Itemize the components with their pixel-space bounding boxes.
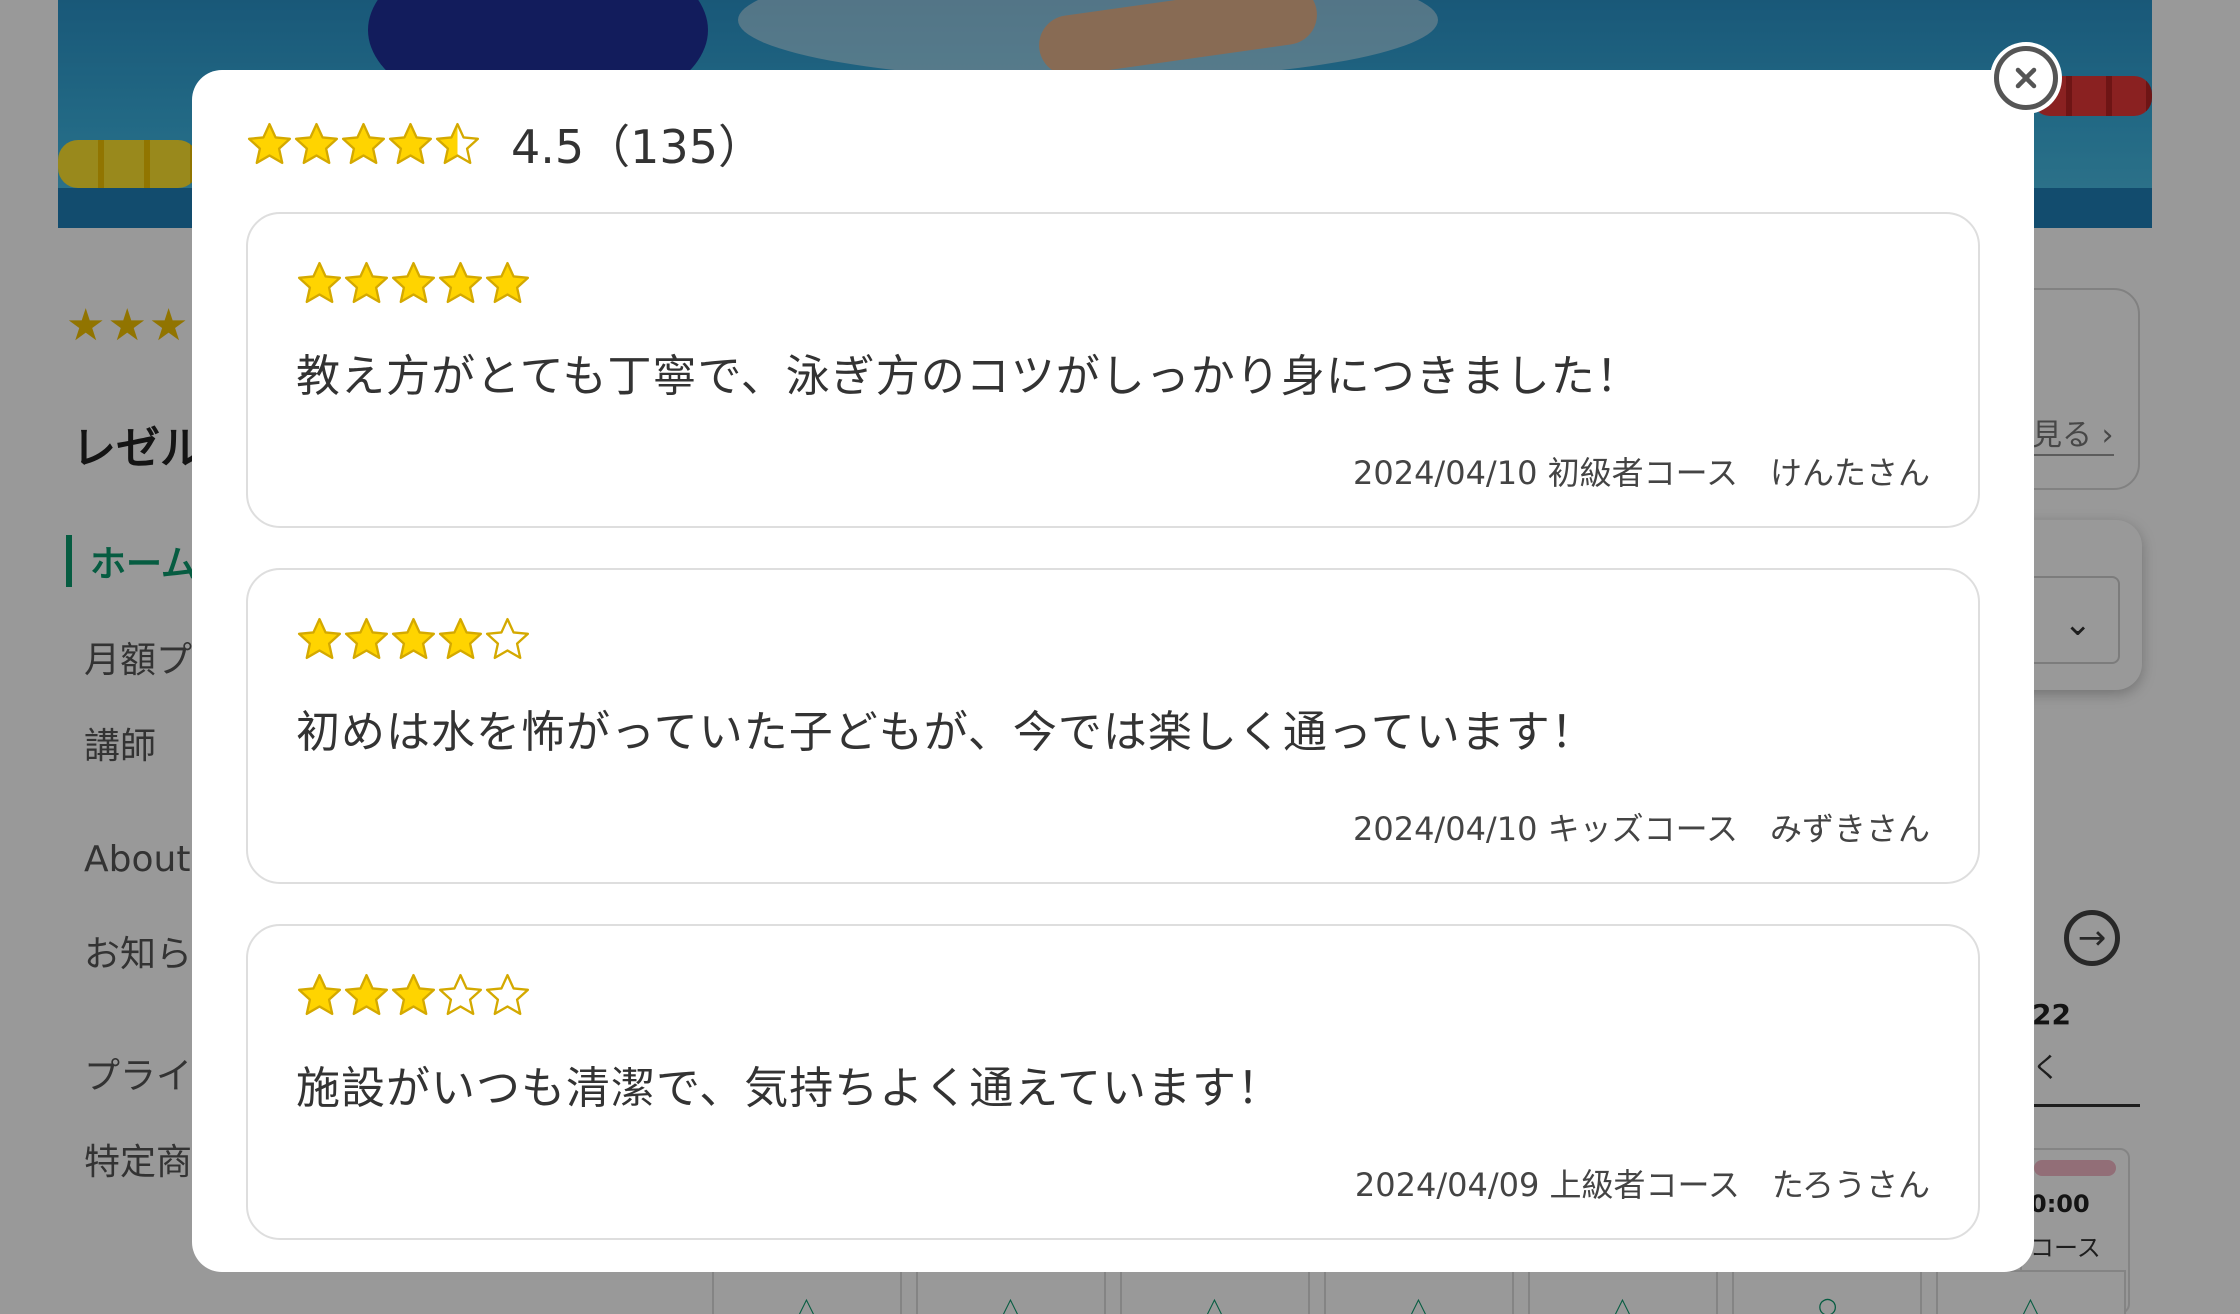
star-filled-icon: [296, 260, 343, 307]
review-meta: 2024/04/09 上級者コース たろうさん: [1354, 1166, 1930, 1204]
star-filled-icon: [390, 972, 437, 1019]
review-card: 初めは水を怖がっていた子どもが、今では楽しく通っています！ 2024/04/10…: [246, 568, 1980, 884]
review-meta: 2024/04/10 初級者コース けんたさん: [1352, 454, 1930, 492]
star-filled-icon: [484, 260, 531, 307]
summary-score: 4.5（135）: [511, 120, 764, 174]
review-meta: 2024/04/10 キッズコース みずきさん: [1352, 810, 1930, 848]
review-card: 施設がいつも清潔で、気持ちよく通えています！ 2024/04/09 上級者コース…: [246, 924, 1980, 1240]
star-outline-icon: [484, 972, 531, 1019]
review-text: 初めは水を怖がっていた子どもが、今では楽しく通っています！: [296, 707, 1596, 758]
close-icon: [2015, 67, 2037, 89]
star-outline-icon: [484, 616, 531, 663]
star-outline-icon: [437, 972, 484, 1019]
star-filled-icon: [437, 260, 484, 307]
star-filled-icon: [293, 121, 340, 168]
star-filled-icon: [343, 972, 390, 1019]
star-filled-icon: [246, 121, 293, 168]
summary-stars: [246, 121, 481, 168]
star-filled-icon: [390, 260, 437, 307]
star-filled-icon: [390, 616, 437, 663]
star-filled-icon: [343, 616, 390, 663]
star-filled-icon: [343, 260, 390, 307]
review-stars: [296, 972, 531, 1019]
star-filled-icon: [296, 616, 343, 663]
review-card: 教え方がとても丁寧で、泳ぎ方のコツがしっかり身につきました！ 2024/04/1…: [246, 212, 1980, 528]
star-filled-icon: [340, 121, 387, 168]
reviews-modal: 4.5（135） 教え方がとても丁寧で、泳ぎ方のコツがしっかり身につきました！ …: [192, 70, 2034, 1272]
review-stars: [296, 616, 531, 663]
review-text: 施設がいつも清潔で、気持ちよく通えています！: [296, 1063, 1283, 1114]
star-filled-icon: [437, 616, 484, 663]
star-filled-icon: [387, 121, 434, 168]
star-filled-icon: [296, 972, 343, 1019]
review-stars: [296, 260, 531, 307]
close-button[interactable]: [1994, 46, 2058, 110]
rating-summary: 4.5（135）: [246, 118, 764, 174]
star-half-icon: [434, 121, 481, 168]
review-text: 教え方がとても丁寧で、泳ぎ方のコツがしっかり身につきました！: [296, 351, 1641, 402]
